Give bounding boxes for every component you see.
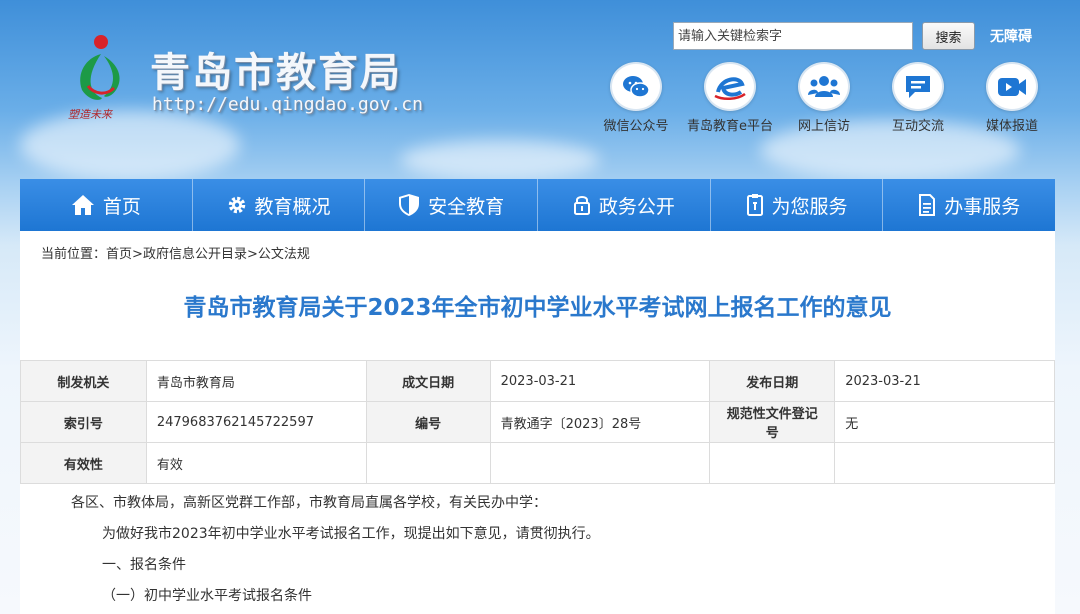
body-paragraph: 为做好我市2023年初中学业水平考试报名工作，现提出如下意见，请贯彻执行。 — [102, 526, 600, 542]
meta-label: 索引号 — [20, 401, 147, 443]
petition-icon — [798, 62, 850, 111]
breadcrumb-item-home[interactable]: 首页 — [106, 247, 132, 262]
table-row: 有效性 有效 — [20, 442, 1055, 484]
meta-value-index: 2479683762145722597 — [145, 401, 367, 443]
quick-link-e-platform[interactable]: 青岛教育e平台 — [687, 62, 773, 134]
nav-item-label: 政务公开 — [598, 195, 675, 218]
nav-item-label: 教育概况 — [254, 195, 331, 218]
body-paragraph: （一）初中学业水平考试报名条件 — [102, 588, 312, 604]
meta-empty-cell — [365, 442, 491, 484]
meta-empty-cell — [489, 442, 711, 484]
quick-link-video[interactable]: 媒体报道 — [970, 62, 1054, 134]
breadcrumb-separator: > — [246, 247, 258, 262]
wechat-icon — [610, 62, 662, 111]
nav-item-safety[interactable]: 安全教育 — [365, 179, 539, 231]
meta-value-issuer: 青岛市教育局 — [145, 360, 367, 402]
nav-item-label: 安全教育 — [428, 195, 505, 218]
video-icon — [986, 62, 1038, 111]
cloud-decoration — [400, 140, 600, 180]
meta-label: 发布日期 — [709, 360, 836, 402]
nav-item-overview[interactable]: 教育概况 — [193, 179, 366, 231]
shield-icon — [399, 194, 420, 216]
nav-item-label: 首页 — [102, 195, 141, 218]
document-meta-table: 制发机关 青岛市教育局 成文日期 2023-03-21 发布日期 2023-03… — [20, 360, 1055, 484]
nav-item-label: 为您服务 — [771, 195, 848, 218]
content-panel: 当前位置：首页>政府信息公开目录>公文法规 青岛市教育局关于2023年全市初中学… — [20, 231, 1055, 614]
meta-value-written-date: 2023-03-21 — [489, 360, 711, 402]
search-input[interactable] — [673, 22, 913, 50]
meta-label: 编号 — [365, 401, 491, 443]
nav-item-label: 办事服务 — [944, 195, 1021, 218]
meta-empty-cell — [834, 442, 1055, 484]
meta-label: 规范性文件登记号 — [709, 401, 836, 443]
meta-value-registration: 无 — [834, 401, 1055, 443]
e-platform-icon — [704, 62, 756, 111]
quick-link-label: 互动交流 — [891, 119, 944, 134]
home-icon — [71, 195, 94, 215]
quick-link-label: 媒体报道 — [985, 119, 1038, 134]
quick-links: 微信公众号 青岛教育e平台 网上信访 互动交流 媒体报道 — [594, 62, 1054, 134]
breadcrumb-item-regulations[interactable]: 公文法规 — [258, 247, 310, 262]
site-logo[interactable]: 塑造未来 — [66, 28, 136, 124]
nav-item-home[interactable]: 首页 — [20, 179, 193, 231]
logo-caption: 塑造未来 — [68, 108, 112, 121]
gear-icon — [228, 196, 245, 214]
chat-icon — [892, 62, 944, 111]
meta-value-publish-date: 2023-03-21 — [834, 360, 1055, 402]
document-icon — [746, 194, 763, 216]
quick-link-label: 青岛教育e平台 — [687, 119, 773, 134]
main-nav: 首页 教育概况 安全教育 政务公开 为您服务 办事服务 — [20, 179, 1055, 231]
meta-label: 制发机关 — [20, 360, 147, 402]
meta-empty-cell — [709, 442, 836, 484]
nav-item-service[interactable]: 为您服务 — [711, 179, 884, 231]
quick-link-wechat[interactable]: 微信公众号 — [594, 62, 678, 134]
quick-link-label: 微信公众号 — [603, 119, 669, 134]
lock-icon — [573, 196, 590, 215]
search-button[interactable]: 搜索 — [922, 22, 975, 50]
file-icon — [919, 194, 936, 216]
quick-link-label: 网上信访 — [797, 119, 850, 134]
breadcrumb-separator: > — [132, 247, 143, 262]
body-paragraph: 一、报名条件 — [102, 557, 186, 573]
page-title: 青岛市教育局关于2023年全市初中学业水平考试网上报名工作的意见 — [183, 295, 892, 321]
site-title[interactable]: 青岛市教育局 — [150, 40, 402, 98]
nav-item-gov-affairs[interactable]: 政务公开 — [538, 179, 711, 231]
meta-value-number: 青教通字〔2023〕28号 — [489, 401, 711, 443]
breadcrumb-item-catalog[interactable]: 政府信息公开目录 — [143, 247, 247, 262]
body-paragraph: 各区、市教体局，高新区党群工作部，市教育局直属各学校，有关民办中学： — [71, 495, 547, 511]
meta-value-validity: 有效 — [145, 442, 367, 484]
quick-link-petition[interactable]: 网上信访 — [782, 62, 866, 134]
table-row: 索引号 2479683762145722597 编号 青教通字〔2023〕28号… — [20, 401, 1055, 443]
breadcrumb-prefix: 当前位置： — [41, 247, 107, 262]
nav-item-affairs-service[interactable]: 办事服务 — [883, 179, 1055, 231]
breadcrumb: 当前位置：首页>政府信息公开目录>公文法规 — [41, 243, 310, 262]
quick-link-chat[interactable]: 互动交流 — [876, 62, 960, 134]
site-url[interactable]: http://edu.qingdao.gov.cn — [152, 94, 423, 115]
table-row: 制发机关 青岛市教育局 成文日期 2023-03-21 发布日期 2023-03… — [20, 360, 1055, 402]
meta-label: 成文日期 — [365, 360, 491, 402]
meta-label: 有效性 — [20, 442, 147, 484]
accessibility-link[interactable]: 无障碍 — [990, 26, 1032, 46]
